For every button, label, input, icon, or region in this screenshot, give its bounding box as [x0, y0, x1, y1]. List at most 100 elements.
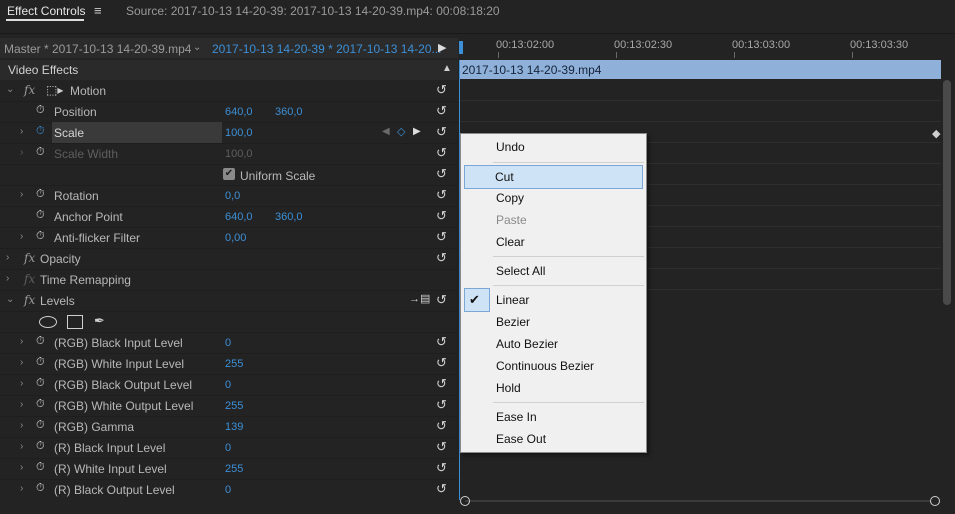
menu-item-cut[interactable]: Cut: [464, 165, 643, 189]
value-y[interactable]: 360,0: [275, 106, 303, 118]
property-row-anchor-point[interactable]: ⏱ Anchor Point 640,0 360,0 ↺: [0, 206, 458, 228]
menu-item-auto-bezier[interactable]: Auto Bezier: [462, 333, 645, 355]
value[interactable]: 139: [225, 421, 243, 433]
chevron-right-icon[interactable]: ›: [20, 483, 23, 494]
property-row-position[interactable]: ⏱ Position 640,0 360,0 ↺: [0, 101, 458, 123]
value[interactable]: 255: [225, 400, 243, 412]
tab-effect-controls[interactable]: Effect Controls: [7, 4, 85, 18]
stopwatch-icon[interactable]: ⏱: [36, 419, 45, 432]
menu-item-hold[interactable]: Hold: [462, 377, 645, 399]
next-keyframe-icon[interactable]: ▶: [413, 126, 421, 137]
menu-item-continuous-bezier[interactable]: Continuous Bezier: [462, 355, 645, 377]
reset-icon[interactable]: ↺: [436, 187, 447, 203]
reset-icon[interactable]: ↺: [436, 418, 447, 434]
chevron-right-icon[interactable]: ›: [20, 399, 23, 410]
fx-icon[interactable]: fx: [24, 251, 35, 265]
property-row-rotation[interactable]: › ⏱ Rotation 0,0 ↺: [0, 185, 458, 207]
reset-icon[interactable]: ↺: [436, 82, 447, 98]
reset-icon[interactable]: ↺: [436, 229, 447, 245]
fx-icon[interactable]: fx: [24, 83, 35, 97]
stopwatch-icon[interactable]: ⏱: [36, 125, 45, 138]
chevron-down-icon[interactable]: ⌄: [193, 42, 201, 53]
stopwatch-icon[interactable]: ⏱: [36, 461, 45, 474]
sequence-clip-label[interactable]: 2017-10-13 14-20-39 * 2017-10-13 14-20..…: [212, 42, 442, 56]
keyframe-icon[interactable]: ◆: [932, 127, 940, 140]
vertical-scrollbar[interactable]: [943, 80, 951, 305]
chevron-right-icon[interactable]: ›: [20, 378, 23, 389]
value-x[interactable]: 640,0: [225, 211, 253, 223]
effect-row-motion[interactable]: ⌄ fx ⬚▸ Motion ↺: [0, 80, 458, 102]
value-x[interactable]: 640,0: [225, 106, 253, 118]
menu-item-undo[interactable]: Undo: [462, 136, 645, 158]
transform-icon[interactable]: ⬚▸: [46, 83, 63, 97]
scroll-handle-right[interactable]: [930, 496, 940, 506]
chevron-down-icon[interactable]: ⌄: [6, 294, 14, 305]
effect-row-levels[interactable]: ⌄ fx Levels →▤ ↺: [0, 290, 458, 312]
uniform-scale-checkbox[interactable]: ✔: [223, 168, 235, 180]
chevron-right-icon[interactable]: ›: [20, 336, 23, 347]
menu-item-ease-out[interactable]: Ease Out: [462, 428, 645, 450]
chevron-right-icon[interactable]: ›: [20, 462, 23, 473]
property-row-rgb-white-output[interactable]: › ⏱ (RGB) White Output Level 255 ↺: [0, 395, 458, 417]
stopwatch-icon[interactable]: ⏱: [36, 482, 45, 495]
play-icon[interactable]: ▶: [438, 41, 446, 54]
chevron-right-icon[interactable]: ›: [20, 126, 23, 137]
add-keyframe-icon[interactable]: ◇: [397, 125, 405, 138]
property-row-r-white-input[interactable]: › ⏱ (R) White Input Level 255 ↺: [0, 458, 458, 480]
reset-icon[interactable]: ↺: [436, 334, 447, 350]
menu-item-ease-in[interactable]: Ease In: [462, 406, 645, 428]
hamburger-icon[interactable]: ≡: [94, 3, 102, 18]
value[interactable]: 255: [225, 463, 243, 475]
reset-icon[interactable]: ↺: [436, 460, 447, 476]
menu-item-bezier[interactable]: Bezier: [462, 311, 645, 333]
menu-item-linear[interactable]: Linear: [462, 289, 645, 311]
effect-row-time-remapping[interactable]: › fx Time Remapping: [0, 269, 458, 291]
menu-item-clear[interactable]: Clear: [462, 231, 645, 253]
value[interactable]: 0: [225, 484, 231, 496]
reset-icon[interactable]: ↺: [436, 250, 447, 266]
property-row-rgb-black-input[interactable]: › ⏱ (RGB) Black Input Level 0 ↺: [0, 332, 458, 354]
source-tab[interactable]: Source: 2017-10-13 14-20-39: 2017-10-13 …: [126, 4, 500, 18]
chevron-right-icon[interactable]: ›: [20, 357, 23, 368]
value[interactable]: 0,00: [225, 232, 246, 244]
stopwatch-icon[interactable]: ⏱: [36, 440, 45, 453]
reset-icon[interactable]: ↺: [436, 376, 447, 392]
menu-item-copy[interactable]: Copy: [462, 187, 645, 209]
reset-icon[interactable]: ↺: [436, 481, 447, 497]
chevron-down-icon[interactable]: ⌄: [6, 84, 14, 95]
property-row-r-black-output[interactable]: › ⏱ (R) Black Output Level 0 ↺: [0, 479, 458, 500]
effect-row-opacity[interactable]: › fx Opacity ↺: [0, 248, 458, 270]
reset-icon[interactable]: ↺: [436, 208, 447, 224]
value-y[interactable]: 360,0: [275, 211, 303, 223]
reset-icon[interactable]: ↺: [436, 355, 447, 371]
stopwatch-icon[interactable]: ⏱: [36, 335, 45, 348]
reset-icon[interactable]: ↺: [436, 103, 447, 119]
menu-item-select-all[interactable]: Select All: [462, 260, 645, 282]
master-clip-label[interactable]: Master * 2017-10-13 14-20-39.mp4: [4, 42, 191, 56]
horizontal-scrollbar[interactable]: [465, 500, 930, 502]
property-row-rgb-black-output[interactable]: › ⏱ (RGB) Black Output Level 0 ↺: [0, 374, 458, 396]
reset-icon[interactable]: ↺: [436, 145, 447, 161]
chevron-right-icon[interactable]: ›: [20, 441, 23, 452]
reset-icon[interactable]: ↺: [436, 439, 447, 455]
stopwatch-icon[interactable]: ⏱: [36, 209, 45, 222]
stopwatch-icon[interactable]: ⏱: [36, 356, 45, 369]
collapse-icon[interactable]: ▲: [442, 63, 452, 74]
chevron-right-icon[interactable]: ›: [6, 273, 9, 284]
pen-mask-icon[interactable]: ✒: [94, 313, 105, 329]
property-row-r-black-input[interactable]: › ⏱ (R) Black Input Level 0 ↺: [0, 437, 458, 459]
chevron-right-icon[interactable]: ›: [20, 189, 23, 200]
reset-icon[interactable]: ↺: [436, 124, 447, 140]
property-row-anti-flicker[interactable]: › ⏱ Anti-flicker Filter 0,00 ↺: [0, 227, 458, 249]
reset-icon[interactable]: ↺: [436, 292, 447, 308]
stopwatch-icon[interactable]: ⏱: [36, 377, 45, 390]
ellipse-mask-icon[interactable]: [39, 316, 57, 328]
reset-icon[interactable]: ↺: [436, 397, 447, 413]
chevron-right-icon[interactable]: ›: [20, 420, 23, 431]
value[interactable]: 0: [225, 337, 231, 349]
chevron-right-icon[interactable]: ›: [6, 252, 9, 263]
playhead-handle[interactable]: [459, 41, 463, 54]
stopwatch-icon[interactable]: ⏱: [36, 230, 45, 243]
stopwatch-icon[interactable]: ⏱: [36, 104, 45, 117]
rectangle-mask-icon[interactable]: [67, 315, 83, 329]
